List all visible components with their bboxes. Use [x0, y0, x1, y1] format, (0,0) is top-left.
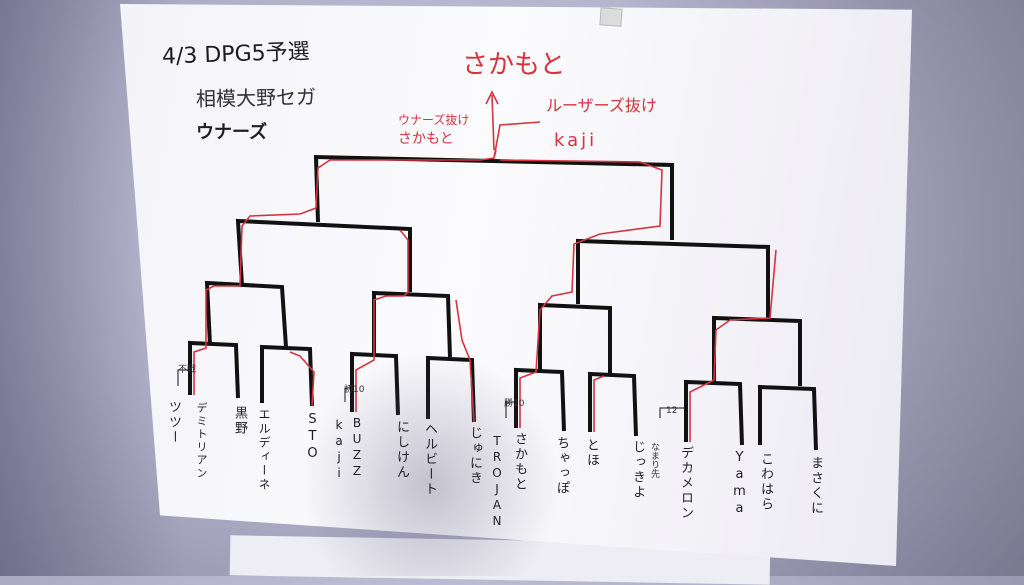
player-name: じゅにき — [467, 426, 482, 486]
section-label: ウナーズ — [196, 122, 268, 143]
player-name: Yama — [732, 450, 747, 518]
player-name: こわはら — [758, 452, 773, 512]
red-path-bracket-top — [493, 121, 541, 159]
player-name: ちゃっぽ — [554, 436, 569, 496]
player-name: にしけん — [394, 420, 409, 480]
player-name: ツツー — [166, 400, 181, 445]
player-name: 黒野 — [232, 406, 247, 436]
winners-exit-label: ウナーズ抜け — [398, 113, 470, 127]
player-name: まさくに — [808, 456, 823, 516]
player-name: とほ — [584, 438, 599, 468]
player-name: さかもと — [512, 432, 527, 492]
player-name: デカメロン — [678, 446, 693, 521]
note-label: 12 — [666, 406, 678, 416]
red-path-deka — [689, 249, 777, 442]
note-label: 不戦 — [178, 365, 197, 375]
player-name: エルディーネ — [257, 408, 271, 492]
bracket-r1-g-line — [684, 379, 744, 446]
bracket-right-q2-line — [712, 315, 802, 386]
red-path-arrow — [485, 90, 499, 151]
note-label: 初10 — [344, 385, 365, 395]
champion-name: さかもと — [462, 50, 566, 80]
page-title: 4/3 DPG5予選 — [161, 39, 311, 70]
losers-exit-label: ルーザーズ抜け — [546, 96, 657, 115]
winners-exit-name: さかもと — [398, 131, 454, 147]
player-name: STO — [305, 412, 320, 463]
note-label: なまり先 — [649, 442, 659, 478]
player-name: BUZZ — [350, 416, 364, 480]
player-name: じっきよ — [630, 440, 645, 500]
player-name: kaji — [332, 418, 346, 482]
bracket-left-q1-line — [204, 280, 288, 348]
bracket-left-semi-line — [235, 218, 412, 292]
bracket-r1-f-line — [588, 371, 638, 437]
bracket-r1-h-line — [758, 384, 818, 451]
player-name: デミトリアン — [195, 402, 208, 480]
red-path-q2 — [593, 375, 605, 432]
player-name: TROJAN — [490, 434, 504, 530]
note-label: 勝10 — [504, 399, 525, 409]
venue-label: 相模大野セガ — [195, 84, 317, 112]
player-name: ヘルビート — [422, 422, 437, 497]
bracket-left-q2-line — [372, 290, 452, 358]
losers-exit-name: kaji — [554, 130, 598, 151]
